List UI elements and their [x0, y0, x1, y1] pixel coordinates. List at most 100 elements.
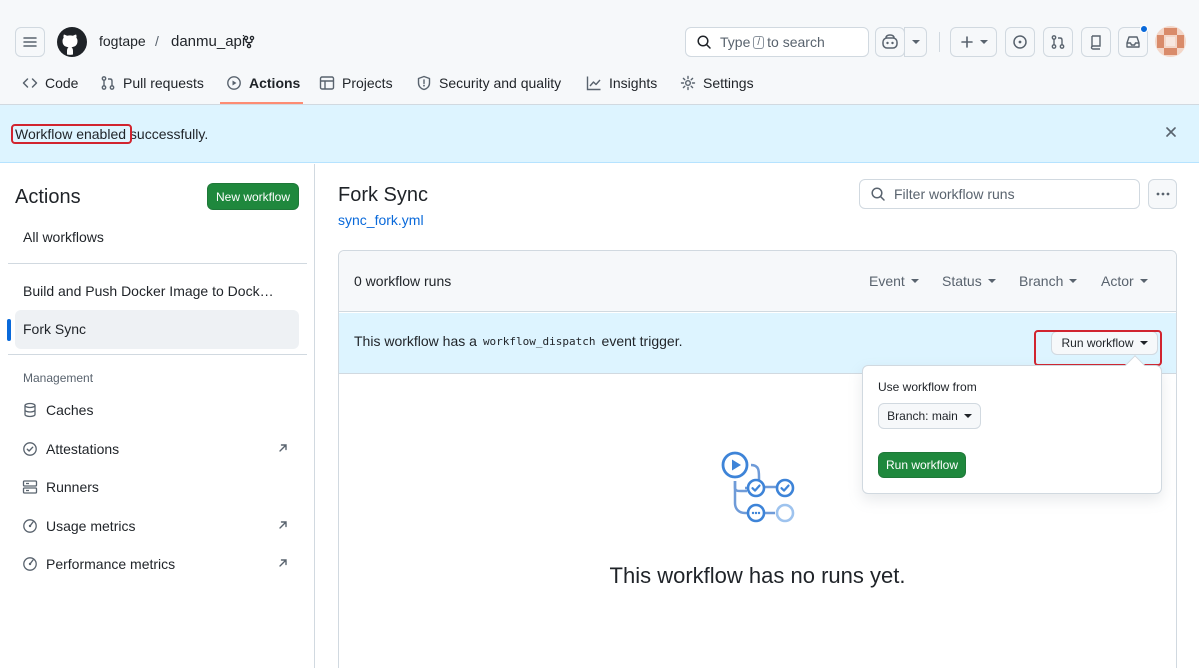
filter-label: Actor [1101, 273, 1134, 289]
tab-code[interactable]: Code [22, 70, 78, 96]
tab-pull-requests[interactable]: Pull requests [100, 70, 204, 96]
filter-event-dropdown[interactable]: Event [869, 273, 919, 289]
kebab-horizontal-icon [1156, 192, 1169, 196]
shield-icon [417, 75, 431, 91]
create-new-button[interactable] [950, 27, 997, 57]
git-pull-request-icon [1051, 35, 1065, 49]
chevron-down-icon [911, 40, 920, 44]
sidebar-item-label: Performance metrics [46, 556, 176, 572]
sidebar-item-usage-metrics[interactable]: Usage metrics [22, 518, 135, 534]
dispatch-prefix: This workflow has a [354, 333, 477, 349]
external-link-icon [277, 519, 289, 531]
chevron-down-icon [963, 414, 972, 418]
search-suffix: to search [767, 34, 825, 50]
breadcrumb-repo[interactable]: danmu_api [171, 33, 245, 50]
workflow-file-link[interactable]: sync_fork.yml [338, 212, 424, 228]
breadcrumb-owner[interactable]: fogtape [99, 33, 146, 49]
sidebar-item-caches[interactable]: Caches [22, 402, 93, 418]
issues-button[interactable] [1005, 27, 1035, 57]
tab-label: Security and quality [439, 75, 562, 91]
divider [8, 354, 307, 355]
filter-label: Event [869, 273, 905, 289]
external-link-icon [277, 557, 289, 569]
chevron-down-icon [1069, 279, 1078, 283]
filter-label: Status [942, 273, 982, 289]
sidebar-item-attestations[interactable]: Attestations [22, 441, 119, 457]
branch-label: Branch: main [887, 409, 958, 423]
annotation-highlight [1034, 330, 1162, 366]
copilot-menu-button[interactable] [904, 27, 927, 57]
close-flash-button[interactable] [1163, 124, 1179, 140]
tab-label: Actions [249, 75, 301, 91]
more-options-button[interactable] [1148, 179, 1177, 209]
use-workflow-from-label: Use workflow from [878, 380, 977, 394]
sidebar-item-docker-workflow[interactable]: Build and Push Docker Image to Dock… [23, 283, 274, 299]
filter-branch-dropdown[interactable]: Branch [1019, 273, 1078, 289]
copilot-button[interactable] [875, 27, 905, 57]
chevron-down-icon [910, 279, 919, 283]
sidebar-item-label: Attestations [46, 441, 120, 457]
tab-projects[interactable]: Projects [319, 70, 393, 96]
notification-indicator [1140, 25, 1148, 33]
filter-placeholder: Filter workflow runs [894, 186, 1015, 202]
filter-runs-input[interactable]: Filter workflow runs [859, 179, 1140, 209]
runs-count: 0 workflow runs [354, 273, 452, 289]
inbox-icon [1126, 36, 1140, 48]
dispatch-code: workflow_dispatch [482, 334, 596, 348]
plus-icon [960, 36, 973, 48]
tab-security[interactable]: Security and quality [416, 70, 561, 96]
chevron-down-icon [979, 40, 988, 44]
branch-select-button[interactable]: Branch: main [878, 403, 981, 429]
meter-icon [23, 557, 37, 571]
avatar[interactable] [1155, 26, 1186, 57]
meter-icon [23, 519, 37, 533]
play-icon [227, 76, 241, 90]
management-heading: Management [23, 371, 94, 385]
close-icon [1166, 127, 1176, 137]
tab-actions[interactable]: Actions [226, 70, 300, 96]
tab-label: Settings [703, 75, 754, 91]
run-workflow-submit-button[interactable]: Run workflow [878, 452, 966, 478]
empty-state-title: This workflow has no runs yet. [609, 563, 906, 588]
tab-label: Insights [609, 75, 658, 91]
filter-status-dropdown[interactable]: Status [942, 273, 996, 289]
verified-icon [23, 442, 37, 456]
breadcrumb-separator: / [155, 33, 159, 49]
graph-icon [586, 76, 601, 91]
tab-label: Code [45, 75, 79, 91]
sidebar-item-performance-metrics[interactable]: Performance metrics [22, 556, 175, 572]
tab-insights[interactable]: Insights [586, 70, 657, 96]
sidebar-item-runners[interactable]: Runners [22, 479, 99, 495]
sidebar-item-all-workflows[interactable]: All workflows [23, 229, 104, 245]
workflow-title: Fork Sync [338, 184, 429, 206]
divider [939, 32, 940, 52]
chevron-down-icon [1139, 279, 1148, 283]
new-workflow-button[interactable]: New workflow [207, 183, 299, 210]
menu-button[interactable] [15, 27, 45, 57]
tab-settings[interactable]: Settings [680, 70, 754, 96]
global-search[interactable]: Type / to search [685, 27, 869, 57]
active-tab-indicator [220, 102, 303, 104]
search-icon [697, 35, 711, 49]
git-pull-request-icon [101, 76, 115, 90]
filter-label: Branch [1019, 273, 1064, 289]
search-icon [871, 187, 885, 201]
tab-label: Pull requests [123, 75, 204, 91]
dispatch-message: This workflow has a workflow_dispatch ev… [354, 333, 682, 349]
sidebar-item-label: Runners [46, 479, 99, 495]
repositories-button[interactable] [1081, 27, 1111, 57]
search-shortcut-key: / [753, 35, 765, 49]
dispatch-suffix: event trigger. [601, 333, 683, 349]
server-icon [22, 480, 38, 494]
sidebar-item-label: Usage metrics [46, 518, 136, 534]
pull-requests-button[interactable] [1043, 27, 1073, 57]
gear-icon [680, 75, 696, 91]
sidebar-title: Actions [15, 186, 81, 208]
github-logo-icon[interactable] [56, 26, 88, 58]
chevron-down-icon [987, 279, 996, 283]
table-icon [319, 76, 335, 90]
copilot-icon [882, 34, 898, 49]
hamburger-icon [23, 37, 37, 47]
workflow-illustration-icon [718, 448, 798, 528]
filter-actor-dropdown[interactable]: Actor [1101, 273, 1148, 289]
